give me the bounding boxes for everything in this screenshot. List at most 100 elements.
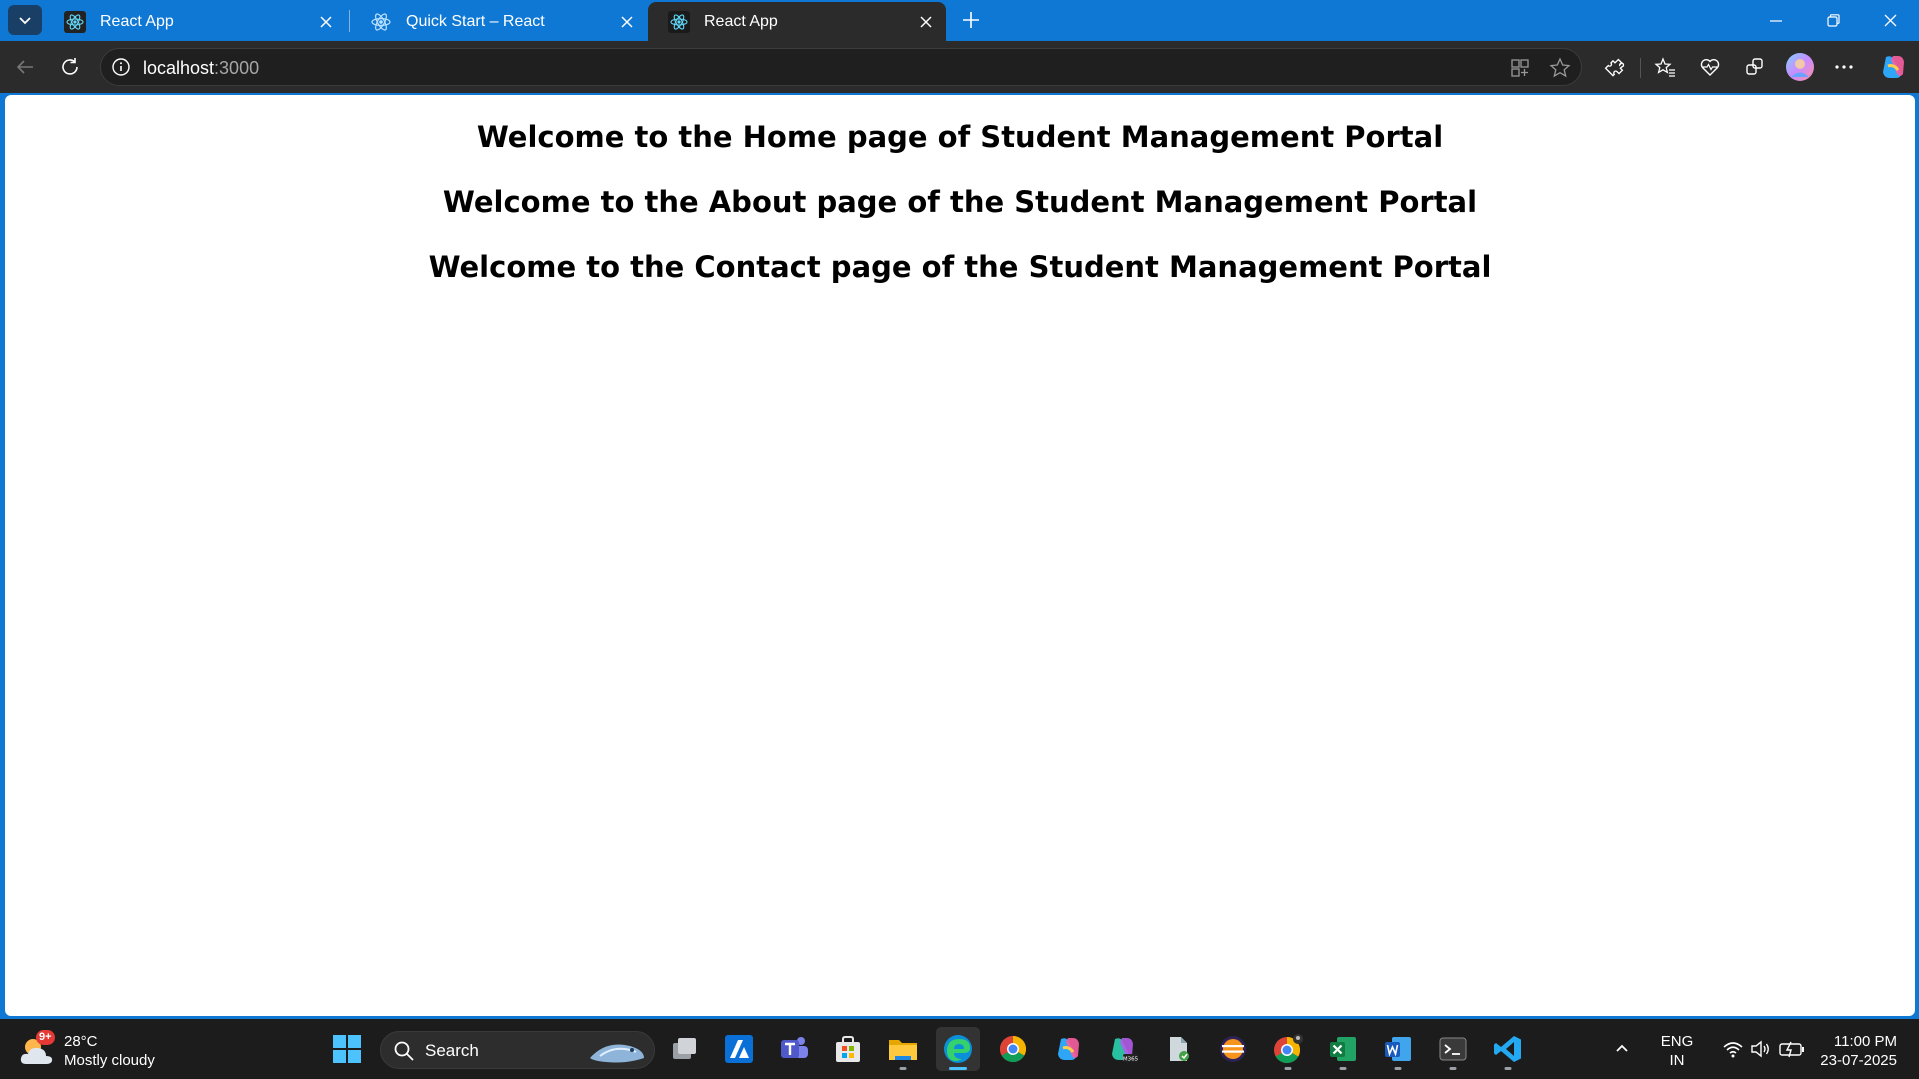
running-indicator — [1449, 1067, 1457, 1070]
svg-text:M365: M365 — [1123, 1057, 1139, 1063]
favorite-star-icon[interactable] — [1545, 53, 1575, 83]
search-highlight-art-icon — [590, 1044, 644, 1063]
react-icon — [370, 11, 392, 33]
search-icon — [394, 1041, 414, 1061]
plus-icon — [963, 12, 979, 28]
restore-icon — [1826, 14, 1840, 27]
taskbar-app-teams[interactable] — [772, 1027, 816, 1071]
back-button[interactable] — [7, 49, 43, 85]
close-window-button[interactable] — [1862, 0, 1918, 41]
tab-title: Quick Start – React — [406, 12, 545, 30]
word-icon — [1385, 1037, 1411, 1061]
teams-icon — [781, 1037, 808, 1058]
extensions-button[interactable] — [1597, 49, 1633, 85]
chrome-profile-icon — [1274, 1034, 1303, 1064]
close-icon[interactable] — [312, 8, 340, 36]
favorites-button[interactable] — [1647, 49, 1683, 85]
taskbar-app-file-explorer[interactable] — [881, 1027, 925, 1071]
start-button[interactable] — [325, 1027, 369, 1071]
search-label: Search — [425, 1041, 479, 1060]
edge-icon — [944, 1035, 972, 1063]
running-indicator — [899, 1067, 907, 1070]
minimize-button[interactable] — [1748, 0, 1804, 41]
taskbar-app-file-app[interactable] — [1156, 1027, 1200, 1071]
heart-pulse-icon — [1700, 59, 1720, 76]
weather-widget[interactable]: 9+ 28°C Mostly cloudy — [18, 1029, 155, 1073]
close-icon — [1884, 14, 1896, 27]
clock[interactable]: 11:00 PM 23-07-2025 — [1805, 1032, 1897, 1070]
copilot-icon — [1883, 56, 1904, 78]
language-indicator[interactable]: ENG IN — [1655, 1032, 1699, 1070]
browser-essentials-button[interactable] — [1692, 49, 1728, 85]
show-hidden-icons-button[interactable] — [1605, 1027, 1639, 1071]
react-icon — [64, 10, 86, 33]
tab-quick-start-react[interactable]: Quick Start – React — [350, 2, 647, 41]
language-code: ENG — [1660, 1033, 1694, 1050]
taskbar-app-microsoft-store[interactable] — [826, 1027, 870, 1071]
taskbar-app-chrome[interactable] — [991, 1027, 1035, 1071]
close-icon[interactable] — [613, 8, 641, 36]
taskbar-app-vscode[interactable] — [1486, 1027, 1530, 1071]
avatar — [1786, 53, 1814, 81]
close-icon[interactable] — [912, 8, 940, 36]
minimize-icon — [1770, 19, 1782, 22]
tab-title: React App — [704, 12, 778, 30]
battery-charging-icon — [1779, 1041, 1804, 1058]
restore-button[interactable] — [1805, 0, 1861, 41]
refresh-button[interactable] — [52, 49, 88, 85]
weather-temperature: 28°C — [64, 1033, 98, 1050]
copilot-icon — [1058, 1038, 1079, 1060]
taskbar-app-azure[interactable] — [717, 1027, 761, 1071]
chevron-up-icon — [1616, 1044, 1628, 1052]
taskbar: 9+ 28°C Mostly cloudy Search M365 ENG IN… — [0, 1019, 1919, 1079]
info-icon[interactable] — [111, 57, 131, 77]
task-view-icon — [673, 1038, 696, 1059]
collections-button[interactable] — [1737, 49, 1773, 85]
chrome-icon — [999, 1035, 1027, 1063]
terminal-icon — [1439, 1037, 1467, 1061]
microsoft-365-icon: M365 — [1112, 1038, 1139, 1063]
running-indicator — [1284, 1067, 1292, 1070]
new-tab-button[interactable] — [955, 5, 987, 35]
address-bar[interactable]: localhost:3000 — [100, 48, 1582, 86]
windows-logo-icon — [333, 1035, 361, 1063]
azure-icon — [725, 1035, 753, 1063]
about-heading: Welcome to the About page of the Student… — [442, 185, 1478, 219]
wifi-icon — [1723, 1042, 1743, 1058]
copilot-button[interactable] — [1875, 49, 1911, 85]
browser-toolbar: localhost:3000 — [0, 41, 1919, 93]
taskbar-app-edge[interactable] — [936, 1027, 980, 1071]
system-tray-status[interactable] — [1708, 1027, 1820, 1071]
puzzle-icon — [1604, 58, 1625, 77]
profile-button[interactable] — [1782, 49, 1818, 85]
tab-actions-button[interactable] — [8, 5, 42, 35]
page-viewport: Welcome to the Home page of Student Mana… — [5, 95, 1915, 1016]
taskbar-app-excel[interactable] — [1321, 1027, 1365, 1071]
taskbar-app-eclipse[interactable] — [1211, 1027, 1255, 1071]
taskbar-app-copilot[interactable] — [1046, 1027, 1090, 1071]
running-indicator — [1394, 1067, 1402, 1070]
cloudy-weather-icon: 9+ — [18, 1030, 56, 1070]
excel-icon — [1330, 1037, 1356, 1061]
taskbar-search[interactable]: Search — [380, 1031, 655, 1069]
settings-more-button[interactable] — [1826, 49, 1862, 85]
taskbar-app-terminal[interactable] — [1431, 1027, 1475, 1071]
tab-title: React App — [100, 12, 174, 30]
taskbar-app-word[interactable] — [1376, 1027, 1420, 1071]
clock-date: 23-07-2025 — [1820, 1052, 1897, 1069]
app-available-icon[interactable] — [1505, 53, 1535, 83]
home-heading: Welcome to the Home page of Student Mana… — [476, 120, 1444, 154]
url-text[interactable]: localhost:3000 — [143, 58, 259, 79]
tab-strip: React App Quick Start – React React App — [0, 0, 1919, 41]
taskbar-app-m365[interactable]: M365 — [1101, 1027, 1145, 1071]
tab-react-app-active[interactable]: React App — [648, 2, 946, 41]
chevron-down-icon — [19, 17, 31, 25]
weather-badge: 9+ — [36, 1030, 55, 1045]
url-host: localhost — [143, 58, 215, 78]
folder-icon — [889, 1040, 917, 1060]
running-indicator — [1339, 1067, 1347, 1070]
tab-react-app-1[interactable]: React App — [44, 2, 346, 41]
toolbar-divider — [1640, 58, 1641, 78]
task-view-button[interactable] — [662, 1027, 706, 1071]
taskbar-app-chrome-profile[interactable] — [1266, 1027, 1310, 1071]
